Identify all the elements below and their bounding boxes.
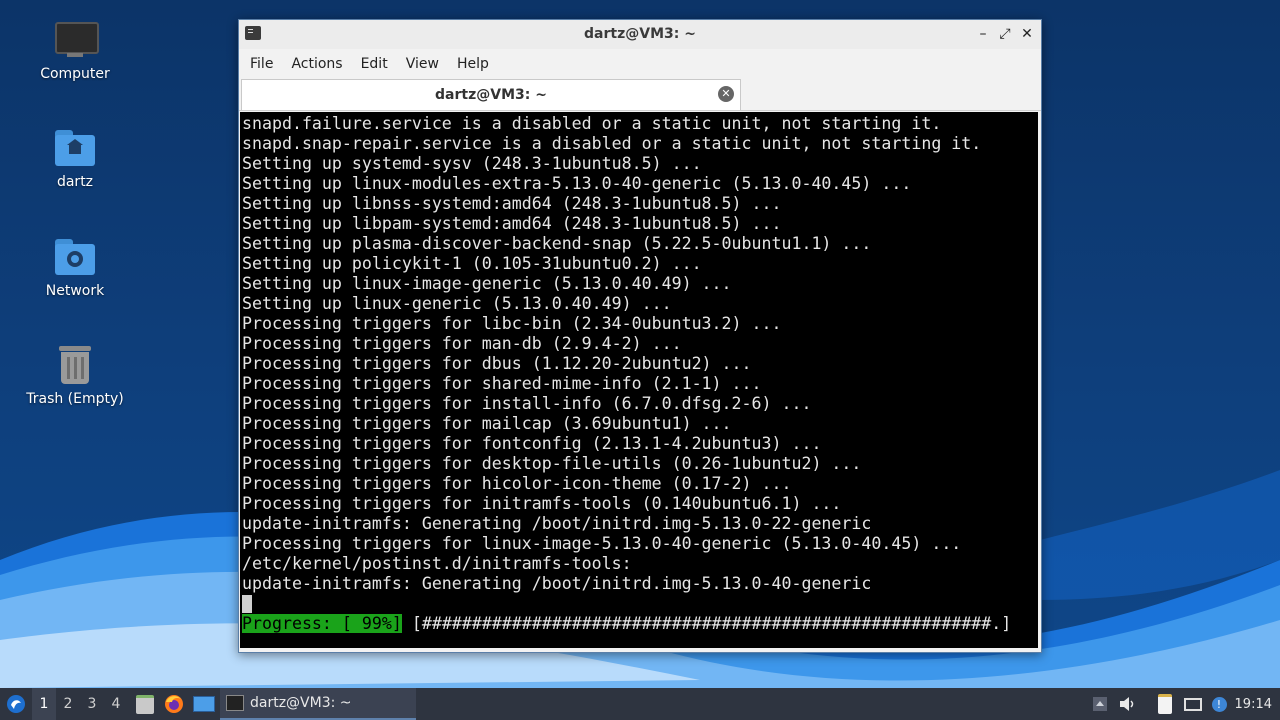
terminal-line: Processing triggers for dbus (1.12.20-2u… bbox=[242, 354, 752, 373]
tab-terminal[interactable]: dartz@VM3: ~ ✕ bbox=[241, 79, 741, 110]
updates-tray-button[interactable]: ! bbox=[1208, 688, 1230, 720]
firefox-icon bbox=[165, 695, 183, 713]
terminal-cursor bbox=[242, 595, 252, 613]
terminal-line: Setting up plasma-discover-backend-snap … bbox=[242, 234, 872, 253]
desktop-icon-network[interactable]: Network bbox=[15, 237, 135, 299]
workspace-4[interactable]: 4 bbox=[104, 688, 128, 720]
terminal-line: Setting up policykit-1 (0.105-31ubuntu0.… bbox=[242, 254, 702, 273]
terminal-output[interactable]: snapd.failure.service is a disabled or a… bbox=[240, 112, 1038, 648]
tab-bar: dartz@VM3: ~ ✕ bbox=[239, 78, 1041, 111]
file-manager-launcher[interactable] bbox=[134, 688, 156, 720]
desktop-icon-home-folder[interactable]: dartz bbox=[15, 128, 135, 190]
computer-icon bbox=[53, 20, 99, 60]
menu-actions[interactable]: Actions bbox=[282, 56, 351, 72]
terminal-line: Processing triggers for shared-mime-info… bbox=[242, 374, 762, 393]
terminal-line: snapd.failure.service is a disabled or a… bbox=[242, 114, 942, 133]
desktop-icon-label: Computer bbox=[40, 66, 110, 82]
window-titlebar[interactable]: dartz@VM3: ~ – ⤢ ✕ bbox=[239, 20, 1041, 49]
terminal-line: Processing triggers for man-db (2.9.4-2)… bbox=[242, 334, 682, 353]
desktop-icon-label: dartz bbox=[56, 174, 94, 190]
minimize-button[interactable]: – bbox=[975, 24, 991, 44]
window-title: dartz@VM3: ~ bbox=[584, 26, 696, 42]
terminal-line: Processing triggers for install-info (6.… bbox=[242, 394, 812, 413]
terminal-line: snapd.snap-repair.service is a disabled … bbox=[242, 134, 982, 153]
home-folder-icon bbox=[53, 128, 97, 168]
workspace-2[interactable]: 2 bbox=[56, 688, 80, 720]
tab-close-icon[interactable]: ✕ bbox=[718, 86, 734, 102]
progress-line: Progress: [ 99%] [######################… bbox=[242, 614, 1038, 634]
menu-help[interactable]: Help bbox=[448, 56, 498, 72]
menu-edit[interactable]: Edit bbox=[352, 56, 397, 72]
taskbar: 1 2 3 4 dartz@VM3: ~ ! 19:14 bbox=[0, 688, 1280, 720]
start-menu-button[interactable] bbox=[4, 688, 28, 720]
terminal-lines: snapd.failure.service is a disabled or a… bbox=[240, 112, 1038, 634]
desktop-icon-trash[interactable]: Trash (Empty) bbox=[15, 345, 135, 407]
terminal-cursor-line bbox=[242, 594, 1038, 614]
volume-button[interactable] bbox=[1116, 688, 1138, 720]
terminal-line: Processing triggers for initramfs-tools … bbox=[242, 494, 842, 513]
desktop-icon-label: Network bbox=[45, 283, 105, 299]
volume-icon bbox=[1120, 697, 1134, 711]
desktop-launcher[interactable] bbox=[192, 688, 216, 720]
desktop-icon-label: Trash (Empty) bbox=[26, 391, 124, 407]
terminal-line: update-initramfs: Generating /boot/initr… bbox=[242, 514, 872, 533]
menu-view[interactable]: View bbox=[397, 56, 448, 72]
taskbar-task-terminal[interactable]: dartz@VM3: ~ bbox=[220, 688, 416, 720]
close-button[interactable]: ✕ bbox=[1019, 24, 1035, 44]
terminal-line: Setting up linux-modules-extra-5.13.0-40… bbox=[242, 174, 912, 193]
progress-label: Progress: [ 99%] bbox=[242, 614, 402, 633]
maximize-button[interactable]: ⤢ bbox=[997, 24, 1013, 44]
desktop-icon-computer[interactable]: Computer bbox=[15, 20, 135, 82]
network-monitor-icon bbox=[1184, 697, 1202, 711]
terminal-line: /etc/kernel/postinst.d/initramfs-tools: bbox=[242, 554, 632, 573]
tray-arrow-icon bbox=[1093, 697, 1107, 711]
terminal-line: Setting up libnss-systemd:amd64 (248.3-1… bbox=[242, 194, 782, 213]
terminal-line: Processing triggers for fontconfig (2.13… bbox=[242, 434, 822, 453]
terminal-line: Processing triggers for hicolor-icon-the… bbox=[242, 474, 792, 493]
terminal-line: update-initramfs: Generating /boot/initr… bbox=[242, 574, 872, 593]
clipboard-button[interactable] bbox=[1154, 688, 1176, 720]
terminal-icon bbox=[226, 695, 244, 711]
terminal-line: Processing triggers for mailcap (3.69ubu… bbox=[242, 414, 732, 433]
lubuntu-logo-icon bbox=[7, 695, 25, 713]
network-tray-button[interactable] bbox=[1182, 688, 1204, 720]
trash-icon bbox=[53, 345, 97, 385]
file-manager-icon bbox=[136, 694, 154, 714]
progress-bar-text: [#######################################… bbox=[401, 614, 1012, 633]
update-notifier-icon: ! bbox=[1211, 696, 1227, 712]
terminal-line: Setting up linux-image-generic (5.13.0.4… bbox=[242, 274, 732, 293]
show-desktop-icon bbox=[193, 696, 215, 712]
menu-file[interactable]: File bbox=[241, 56, 282, 72]
clock[interactable]: 19:14 bbox=[1235, 688, 1272, 720]
tab-label: dartz@VM3: ~ bbox=[435, 87, 547, 103]
terminal-line: Processing triggers for desktop-file-uti… bbox=[242, 454, 862, 473]
terminal-line: Setting up systemd-sysv (248.3-1ubuntu8.… bbox=[242, 154, 702, 173]
tray-expand-button[interactable] bbox=[1090, 688, 1110, 720]
menu-bar: File Actions Edit View Help bbox=[239, 49, 1041, 78]
terminal-line: Setting up linux-generic (5.13.0.40.49) … bbox=[242, 294, 672, 313]
clipboard-icon bbox=[1158, 694, 1172, 714]
workspace-1[interactable]: 1 bbox=[32, 688, 56, 720]
terminal-line: Setting up libpam-systemd:amd64 (248.3-1… bbox=[242, 214, 782, 233]
terminal-line: Processing triggers for libc-bin (2.34-0… bbox=[242, 314, 782, 333]
workspace-3[interactable]: 3 bbox=[80, 688, 104, 720]
terminal-line: Processing triggers for linux-image-5.13… bbox=[242, 534, 962, 553]
task-label: dartz@VM3: ~ bbox=[250, 695, 352, 711]
network-folder-icon bbox=[53, 237, 97, 277]
firefox-launcher[interactable] bbox=[162, 688, 186, 720]
terminal-window[interactable]: dartz@VM3: ~ – ⤢ ✕ File Actions Edit Vie… bbox=[238, 19, 1042, 653]
